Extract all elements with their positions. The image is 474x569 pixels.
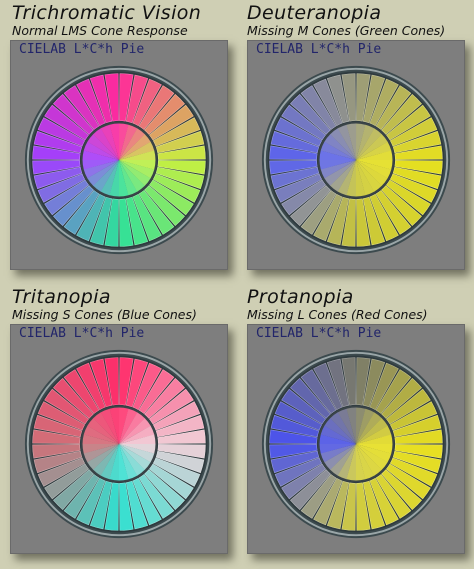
color-pie [24, 65, 214, 255]
panel-subtitle: Missing S Cones (Blue Cones) [12, 307, 197, 322]
panel-subtitle: Missing M Cones (Green Cones) [247, 23, 446, 38]
pie-frame: CIELAB L*C*h Pie [10, 40, 228, 270]
panel-title: Tritanopia [12, 286, 111, 308]
panel-tritanopia: Tritanopia Missing S Cones (Blue Cones) … [0, 284, 237, 568]
panel-protanopia: Protanopia Missing L Cones (Red Cones) C… [237, 284, 474, 568]
pie-label: CIELAB L*C*h Pie [19, 42, 145, 57]
pie-label: CIELAB L*C*h Pie [256, 326, 382, 341]
panel-deuteranopia: Deuteranopia Missing M Cones (Green Cone… [237, 0, 474, 284]
color-pie [24, 349, 214, 539]
panel-title: Deuteranopia [247, 2, 382, 24]
pie-label: CIELAB L*C*h Pie [19, 326, 145, 341]
color-pie [261, 65, 451, 255]
pie-label: CIELAB L*C*h Pie [256, 42, 382, 57]
pie-frame: CIELAB L*C*h Pie [247, 324, 465, 554]
panel-subtitle: Missing L Cones (Red Cones) [247, 307, 428, 322]
panel-title: Trichromatic Vision [12, 2, 202, 24]
panel-subtitle: Normal LMS Cone Response [12, 23, 188, 38]
color-pie [261, 349, 451, 539]
pie-frame: CIELAB L*C*h Pie [247, 40, 465, 270]
panel-title: Protanopia [247, 286, 354, 308]
panel-trichromatic: Trichromatic Vision Normal LMS Cone Resp… [0, 0, 237, 284]
pie-frame: CIELAB L*C*h Pie [10, 324, 228, 554]
